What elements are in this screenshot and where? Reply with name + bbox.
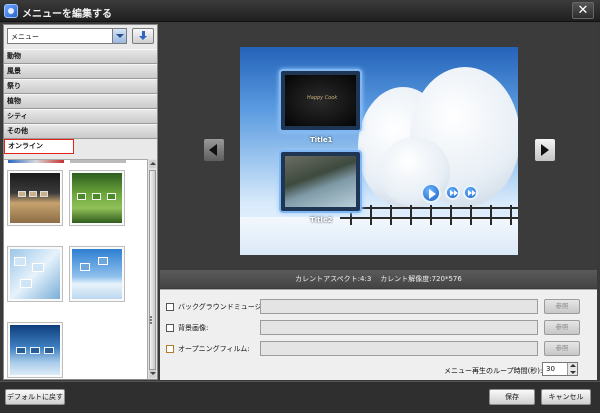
category-animals[interactable]: 動物 xyxy=(4,49,157,64)
app-icon xyxy=(4,4,18,18)
stepper-arrows-icon[interactable] xyxy=(567,363,577,375)
scroll-up-icon[interactable] xyxy=(149,160,156,168)
play-icon[interactable] xyxy=(421,183,441,203)
scroll-down-icon[interactable] xyxy=(149,370,156,378)
chevron-down-icon[interactable] xyxy=(112,29,126,43)
template-thumbnail[interactable] xyxy=(7,170,63,226)
chapter-label-2[interactable]: Title2 xyxy=(310,216,333,224)
opening-film-browse-button[interactable]: 参照 xyxy=(544,341,580,356)
category-plants[interactable]: 植物 xyxy=(4,94,157,109)
chapter-caption: Happy Cook xyxy=(307,95,338,101)
template-thumbnail[interactable] xyxy=(69,170,125,226)
scroll-thumb[interactable] xyxy=(149,170,156,370)
bg-image-browse-button[interactable]: 参照 xyxy=(544,320,580,335)
chapter-thumbnail-2[interactable] xyxy=(279,150,362,213)
resolution: カレント解像度:720*576 xyxy=(380,275,462,283)
thumbnail-scrollbar[interactable] xyxy=(147,159,157,379)
category-scenery[interactable]: 風景 xyxy=(4,64,157,79)
aspect-info-bar: カレントアスペクト:4:3 カレント解像度:720*576 xyxy=(160,270,597,288)
download-button[interactable] xyxy=(132,28,154,44)
title-bar: メニューを編集する ✕ xyxy=(0,0,600,22)
bgm-row: バックグラウンドミュージック: 参照 xyxy=(160,299,597,315)
opening-film-checkbox[interactable] xyxy=(166,345,174,353)
save-button[interactable]: 保存 xyxy=(489,389,535,405)
snow-ground xyxy=(240,217,518,255)
bgm-path-input[interactable] xyxy=(260,299,538,314)
bg-image-row: 背景画像: 参照 xyxy=(160,320,597,336)
chapter-thumbnail-1[interactable]: Happy Cook xyxy=(279,69,362,132)
category-city[interactable]: シティ xyxy=(4,109,157,124)
template-type-combo[interactable]: メニュー xyxy=(7,28,127,44)
loop-time-stepper[interactable]: 30 xyxy=(542,362,578,376)
previous-page-icon[interactable] xyxy=(204,139,224,161)
category-other[interactable]: その他 xyxy=(4,124,157,139)
category-festival[interactable]: 祭り xyxy=(4,79,157,94)
loop-time-label: メニュー再生のループ時間(秒): xyxy=(444,367,543,375)
reset-default-button[interactable]: デフォルトに戻す xyxy=(5,389,65,405)
combo-value: メニュー xyxy=(11,33,39,41)
fence xyxy=(340,205,518,225)
menu-options-panel: バックグラウンドミュージック: 参照 背景画像: 参照 オープニングフィルム: … xyxy=(160,289,597,380)
loop-time-value[interactable]: 30 xyxy=(546,365,555,373)
template-thumbnail-grid xyxy=(4,159,147,379)
footer-bar: デフォルトに戻す 保存 キャンセル xyxy=(0,381,600,413)
template-thumbnail[interactable] xyxy=(7,322,63,378)
close-button[interactable]: ✕ xyxy=(572,2,594,19)
cancel-button[interactable]: キャンセル xyxy=(541,389,591,405)
category-list: 動物 風景 祭り 植物 シティ その他 オンライン xyxy=(4,49,157,154)
template-thumbnail[interactable] xyxy=(69,246,125,302)
template-thumbnail[interactable] xyxy=(7,246,63,302)
template-panel: メニュー 動物 風景 祭り 植物 シティ その他 オンライン xyxy=(3,24,158,380)
opening-film-row: オープニングフィルム: 参照 xyxy=(160,341,597,357)
bgm-checkbox[interactable] xyxy=(166,303,174,311)
template-thumbnail-partial[interactable] xyxy=(8,160,64,163)
bg-image-label: 背景画像: xyxy=(178,324,209,332)
skip-next-icon[interactable] xyxy=(463,185,478,200)
opening-film-label: オープニングフィルム: xyxy=(178,345,250,353)
next-page-icon[interactable] xyxy=(535,139,555,161)
bg-image-checkbox[interactable] xyxy=(166,324,174,332)
category-online[interactable]: オンライン xyxy=(4,139,74,154)
window-title: メニューを編集する xyxy=(22,9,112,20)
opening-film-path-input[interactable] xyxy=(260,341,538,356)
template-thumbnail-partial[interactable] xyxy=(70,160,126,163)
bg-image-path-input[interactable] xyxy=(260,320,538,335)
panel-splitter-grip[interactable] xyxy=(149,315,153,331)
chapter-label-1[interactable]: Title1 xyxy=(310,136,333,144)
fast-forward-icon[interactable] xyxy=(445,185,460,200)
aspect-ratio: カレントアスペクト:4:3 xyxy=(295,275,372,283)
bgm-browse-button[interactable]: 参照 xyxy=(544,299,580,314)
